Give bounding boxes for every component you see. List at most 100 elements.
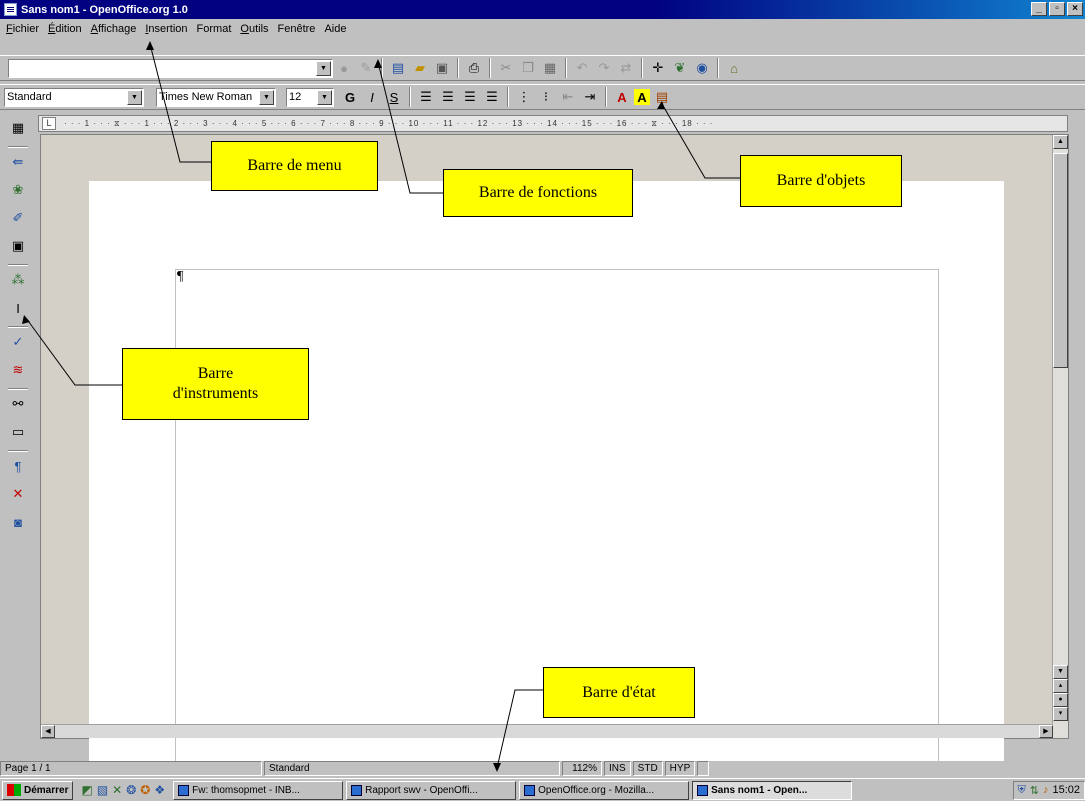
insert-object-icon[interactable]: ❀ — [8, 180, 28, 200]
text-cursor-icon[interactable]: I — [8, 298, 28, 318]
edit-file-icon[interactable]: ✎ — [356, 58, 376, 78]
task-button-mail[interactable]: Fw: thomsopmet - INB... — [173, 780, 344, 800]
selection-mode-indicator[interactable]: STD — [632, 761, 663, 776]
horizontal-scrollbar[interactable]: ◀ ▶ — [41, 724, 1053, 738]
task-button-sans-nom[interactable]: Sans nom1 - Open... — [692, 780, 853, 800]
menu-format[interactable]: Format — [197, 23, 232, 35]
scroll-left-button[interactable]: ◀ — [41, 725, 55, 738]
hyperlink-mode-indicator[interactable]: HYP — [664, 761, 696, 776]
menu-insertion[interactable]: Insertion — [145, 23, 187, 35]
form-controls-icon[interactable]: ▣ — [8, 236, 28, 256]
undo-icon[interactable]: ↶ — [572, 58, 592, 78]
data-source-view-icon[interactable]: ▭ — [8, 422, 28, 442]
new-document-icon[interactable]: ▤ — [388, 58, 408, 78]
chevron-down-icon[interactable]: ▼ — [316, 60, 331, 76]
background-color-icon[interactable]: ▤ — [652, 87, 672, 107]
start-button[interactable]: Démarrer — [2, 780, 74, 800]
highlight-icon[interactable]: A — [634, 89, 650, 105]
autospellcheck-icon[interactable]: ≋ — [8, 360, 28, 380]
bold-button[interactable]: G — [340, 87, 360, 107]
insert-table-icon[interactable]: ▦ — [8, 118, 28, 138]
menu-outils[interactable]: Outils — [240, 23, 268, 35]
mozilla-icon[interactable]: ❂ — [126, 783, 136, 797]
align-right-icon[interactable]: ☰ — [460, 87, 480, 107]
word-icon[interactable]: ▧ — [97, 783, 108, 797]
increase-indent-icon[interactable]: ⇥ — [580, 87, 600, 107]
messenger-icon[interactable]: ✪ — [140, 783, 150, 797]
autopilot-icon[interactable]: ⁂ — [8, 270, 28, 290]
draw-functions-icon[interactable]: ✐ — [8, 208, 28, 228]
paste-icon[interactable]: ▦ — [540, 58, 560, 78]
insert-fields-icon[interactable]: ⇚ — [8, 152, 28, 172]
decrease-indent-icon[interactable]: ⇤ — [558, 87, 578, 107]
navigator-icon[interactable]: ✛ — [648, 58, 668, 78]
menu-affichage[interactable]: Affichage — [91, 23, 137, 35]
justify-icon[interactable]: ☰ — [482, 87, 502, 107]
gallery-icon[interactable]: ❦ — [670, 58, 690, 78]
font-color-icon[interactable]: A — [612, 87, 632, 107]
url-combobox[interactable]: ▼ — [8, 58, 333, 78]
page-indicator[interactable]: Page 1 / 1 — [0, 761, 262, 776]
menu-fenetre[interactable]: Fenêtre — [278, 23, 316, 35]
explorer-icon[interactable]: ❖ — [154, 783, 165, 797]
nonprinting-characters-icon[interactable]: ¶ — [8, 456, 28, 476]
align-left-icon[interactable]: ☰ — [416, 87, 436, 107]
repeat-icon[interactable]: ⇄ — [616, 58, 636, 78]
font-name-combobox[interactable]: Times New Roman ▼ — [156, 87, 276, 107]
help-agent-icon[interactable]: ⌂ — [724, 58, 744, 78]
horizontal-ruler[interactable]: L · · · 1 · · · ⧖ · · · 1 · · · 2 · · · … — [38, 115, 1068, 132]
chevron-down-icon[interactable]: ▼ — [127, 89, 142, 105]
scroll-right-button[interactable]: ▶ — [1039, 725, 1053, 738]
zoom-indicator[interactable]: 112% — [562, 761, 602, 776]
network-icon[interactable]: ⇅ — [1030, 784, 1039, 797]
task-button-rapport[interactable]: Rapport swv - OpenOffi... — [346, 780, 517, 800]
align-center-icon[interactable]: ☰ — [438, 87, 458, 107]
online-layout-icon[interactable]: ◙ — [8, 512, 28, 532]
print-icon[interactable]: ⎙ — [464, 58, 484, 78]
tab-stop-selector-icon[interactable]: L — [42, 117, 56, 130]
bullets-icon[interactable]: ⁝ — [536, 87, 556, 107]
task-button-mozilla[interactable]: OpenOffice.org - Mozilla... — [519, 780, 690, 800]
paragraph-style-combobox[interactable]: Standard ▼ — [4, 87, 144, 107]
page-style-indicator[interactable]: Standard — [264, 761, 560, 776]
font-size-combobox[interactable]: 12 ▼ — [286, 87, 334, 107]
underline-button[interactable]: S — [384, 87, 404, 107]
app-document-icon — [4, 3, 17, 16]
menu-aide[interactable]: Aide — [324, 23, 346, 35]
scroll-down-button[interactable]: ▼ — [1053, 665, 1068, 679]
spellcheck-icon[interactable]: ✓ — [8, 332, 28, 352]
save-icon[interactable]: ▣ — [432, 58, 452, 78]
scroll-thumb[interactable] — [1053, 153, 1068, 368]
numbering-icon[interactable]: ⋮ — [514, 87, 534, 107]
menu-edition[interactable]: Édition — [48, 23, 82, 35]
redo-icon[interactable]: ↷ — [594, 58, 614, 78]
desktop-icon[interactable]: ◩ — [81, 783, 92, 797]
chevron-down-icon[interactable]: ▼ — [317, 89, 332, 105]
maximize-button[interactable]: ▫ — [1049, 2, 1065, 16]
volume-icon[interactable]: ♪ — [1043, 784, 1049, 796]
quick-launch: ◩ ▧ ✕ ❂ ✪ ❖ — [81, 783, 165, 797]
next-page-button[interactable]: ▾ — [1053, 707, 1068, 721]
stop-loading-icon[interactable]: ● — [334, 58, 354, 78]
menu-fichier[interactable]: Fichier — [6, 23, 39, 35]
italic-button[interactable]: I — [362, 87, 382, 107]
close-button[interactable]: × — [1067, 2, 1083, 16]
document-area[interactable]: ¶ ▲ ▼ ▴ ● ▾ ◀ ▶ — [40, 134, 1069, 769]
toolbar-separator — [409, 87, 411, 107]
minimize-button[interactable]: _ — [1031, 2, 1047, 16]
previous-page-button[interactable]: ▴ — [1053, 679, 1068, 693]
open-folder-icon[interactable]: ▰ — [410, 58, 430, 78]
excel-icon[interactable]: ✕ — [112, 783, 122, 797]
data-sources-icon[interactable]: ◉ — [692, 58, 712, 78]
chevron-down-icon[interactable]: ▼ — [259, 89, 274, 105]
copy-icon[interactable]: ❐ — [518, 58, 538, 78]
find-replace-icon[interactable]: ⚯ — [8, 394, 28, 414]
navigation-button[interactable]: ● — [1053, 693, 1068, 707]
scroll-up-button[interactable]: ▲ — [1053, 135, 1068, 149]
vertical-scrollbar[interactable]: ▲ ▼ ▴ ● ▾ — [1052, 135, 1068, 738]
cut-icon[interactable]: ✂ — [496, 58, 516, 78]
insert-mode-indicator[interactable]: INS — [604, 761, 631, 776]
antivirus-icon[interactable]: ⛨ — [1018, 784, 1026, 797]
graphics-off-icon[interactable]: ✕ — [8, 484, 28, 504]
title-bar: Sans nom1 - OpenOffice.org 1.0 _ ▫ × — [0, 0, 1085, 19]
